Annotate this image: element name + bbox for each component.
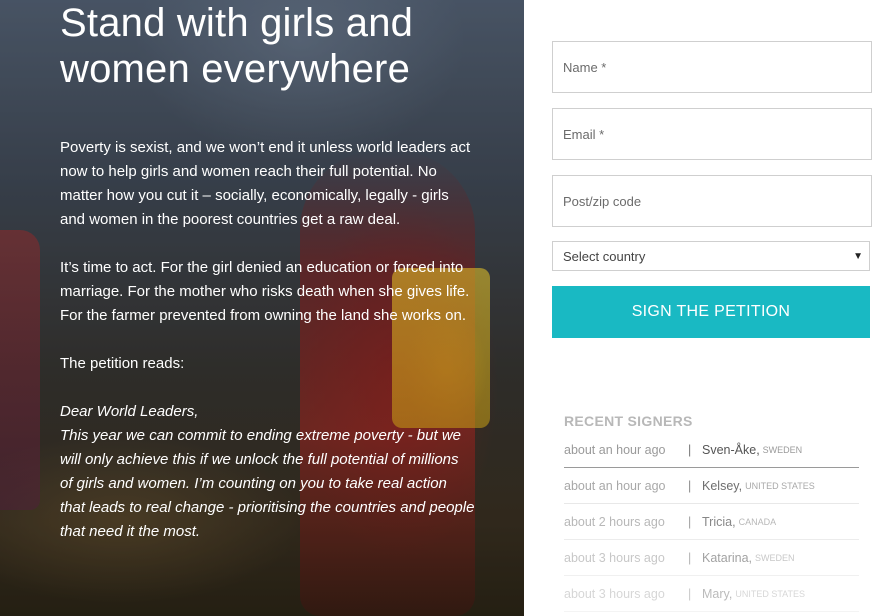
signer-time: about an hour ago (564, 442, 666, 457)
signer-row: about 3 hours ago | Mary, UNITED STATES (564, 576, 859, 612)
signer-name: Mary, (702, 586, 733, 601)
signer-country: UNITED STATES (735, 588, 805, 599)
signer-name: Kelsey, (702, 478, 743, 493)
hero-body-text: Poverty is sexist, and we won’t end it u… (60, 136, 475, 544)
country-select[interactable]: Select country ▼ (552, 241, 870, 271)
signer-country: CANADA (738, 516, 777, 527)
separator: | (688, 442, 692, 457)
signer-time: about an hour ago (564, 478, 666, 493)
signer-country: SWEDEN (762, 444, 803, 455)
separator: | (688, 550, 692, 565)
postcode-input[interactable] (553, 176, 871, 226)
recent-signers-list: about an hour ago | Sven-Åke, SWEDEN abo… (564, 432, 859, 612)
email-input[interactable] (553, 109, 871, 159)
signer-row: about an hour ago | Sven-Åke, SWEDEN (564, 432, 859, 468)
signer-name: Katarina, (702, 550, 753, 565)
recent-signers-title: RECENT SIGNERS (564, 413, 693, 429)
hero-paragraph: The petition reads: (60, 355, 185, 372)
postcode-field-box (552, 175, 872, 227)
hero-panel: Stand with girls and women everywhere Po… (0, 0, 524, 616)
signer-time: about 3 hours ago (564, 586, 665, 601)
signer-time: about 2 hours ago (564, 514, 665, 529)
signer-row: about an hour ago | Kelsey, UNITED STATE… (564, 468, 859, 504)
separator: | (688, 586, 692, 601)
name-field-box (552, 41, 872, 93)
sign-petition-button[interactable]: SIGN THE PETITION (552, 286, 870, 338)
hero-paragraph: It’s time to act. For the girl denied an… (60, 259, 470, 324)
signer-time: about 3 hours ago (564, 550, 665, 565)
name-input[interactable] (553, 42, 871, 92)
separator: | (688, 514, 692, 529)
signer-row: about 3 hours ago | Katarina, SWEDEN (564, 540, 859, 576)
signer-row: about 2 hours ago | Tricia, CANADA (564, 504, 859, 540)
signer-country: SWEDEN (755, 552, 795, 563)
hero-paragraph: Poverty is sexist, and we won’t end it u… (60, 139, 471, 228)
signer-name: Tricia, (702, 514, 736, 529)
petition-salutation: Dear World Leaders, (60, 403, 199, 420)
hero-photo-figure-left (0, 230, 40, 510)
petition-quote: This year we can commit to ending extrem… (60, 427, 475, 540)
signer-country: UNITED STATES (745, 480, 815, 491)
caret-down-icon: ▼ (853, 250, 863, 262)
email-field-box (552, 108, 872, 160)
separator: | (688, 478, 692, 493)
signer-name: Sven-Åke, (702, 442, 760, 457)
country-select-value: Select country (563, 248, 646, 264)
petition-form-panel: Select country ▼ SIGN THE PETITION RECEN… (524, 0, 875, 616)
page-title: Stand with girls and women everywhere (60, 1, 414, 91)
